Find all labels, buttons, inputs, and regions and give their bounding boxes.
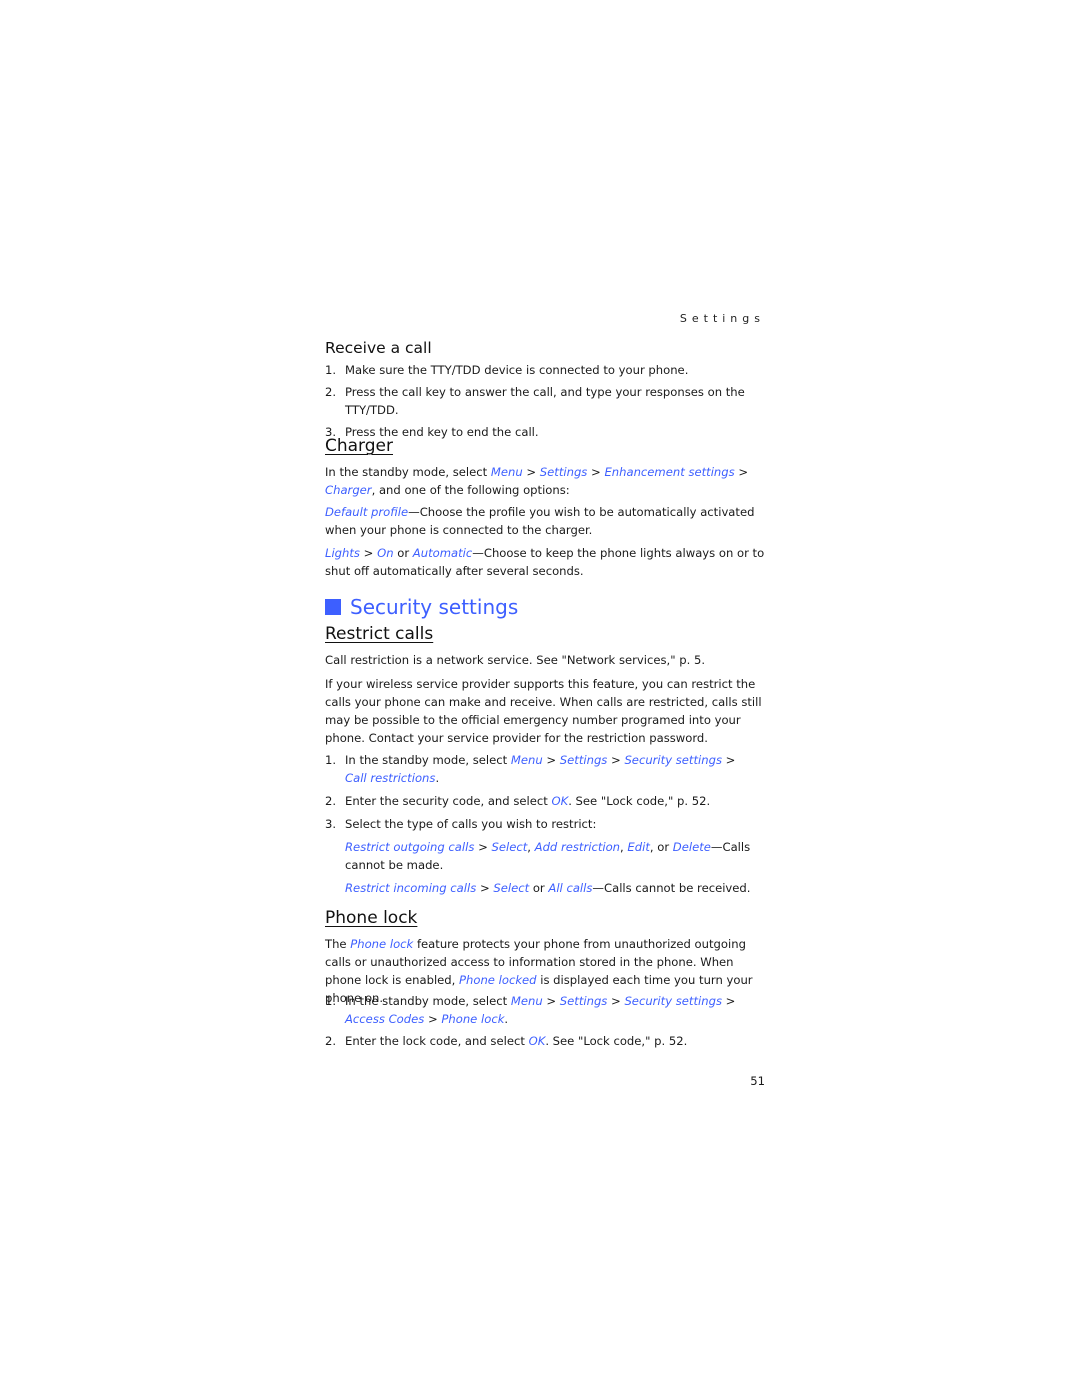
step-text: In the standby mode, select Menu > Setti…	[345, 751, 765, 787]
step-number: 3.	[325, 817, 337, 831]
on-link[interactable]: On	[377, 546, 393, 560]
text: .	[504, 1012, 509, 1026]
phone-lock-link[interactable]: Phone lock	[441, 1012, 504, 1026]
menu-link[interactable]: Menu	[491, 465, 523, 479]
text: In the standby mode, select	[345, 753, 511, 767]
restrict-outgoing-option: Restrict outgoing calls > Select, Add re…	[325, 838, 765, 874]
heading-text: Security settings	[350, 595, 519, 619]
step-number: 2.	[325, 385, 337, 399]
text: or	[393, 546, 413, 560]
settings-link[interactable]: Settings	[560, 994, 608, 1008]
add-restriction-link[interactable]: Add restriction	[535, 840, 620, 854]
charger-heading: Charger	[325, 436, 393, 456]
all-calls-link[interactable]: All calls	[548, 881, 592, 895]
text: .	[435, 771, 440, 785]
list-item: 1. Make sure the TTY/TDD device is connec…	[325, 361, 765, 379]
list-item: 2. Enter the security code, and select OK…	[325, 792, 765, 810]
menu-link[interactable]: Menu	[511, 753, 543, 767]
restrict-calls-heading: Restrict calls	[325, 624, 434, 644]
receive-call-steps: 1. Make sure the TTY/TDD device is connec…	[325, 361, 765, 441]
list-item: 3. Select the type of calls you wish to r…	[325, 815, 765, 833]
separator: >	[607, 753, 625, 767]
step-number: 1.	[325, 363, 337, 377]
ok-link[interactable]: OK	[529, 1034, 546, 1048]
phone-lock-link[interactable]: Phone lock	[350, 937, 413, 951]
edit-link[interactable]: Edit	[627, 840, 649, 854]
menu-link[interactable]: Menu	[511, 994, 543, 1008]
text: . See "Lock code," p. 52.	[545, 1034, 688, 1048]
charger-option-default-profile: Default profile—Choose the profile you w…	[325, 503, 765, 539]
list-item: 1. In the standby mode, select Menu > Set…	[325, 751, 765, 787]
restrict-calls-steps: 1. In the standby mode, select Menu > Set…	[325, 751, 765, 897]
restrict-incoming-option: Restrict incoming calls > Select or All …	[325, 879, 765, 897]
call-restrictions-link[interactable]: Call restrictions	[345, 771, 435, 785]
step-number: 1.	[325, 753, 337, 767]
text: or	[529, 881, 549, 895]
list-item: 2. Press the call key to answer the call,…	[325, 383, 765, 419]
separator: >	[474, 840, 492, 854]
phone-locked-link[interactable]: Phone locked	[459, 973, 537, 987]
step-text: Enter the lock code, and select OK. See …	[345, 1032, 765, 1050]
separator: >	[542, 753, 560, 767]
running-head: Settings	[679, 312, 765, 325]
ok-link[interactable]: OK	[551, 794, 568, 808]
separator: >	[424, 1012, 442, 1026]
charger-option-lights: Lights > On or Automatic—Choose to keep …	[325, 544, 765, 580]
restrict-calls-para2: If your wireless service provider suppor…	[325, 677, 762, 745]
select-link[interactable]: Select	[491, 840, 527, 854]
list-item: 1. In the standby mode, select Menu > Set…	[325, 992, 765, 1028]
separator: , or	[649, 840, 673, 854]
list-item: 2. Enter the lock code, and select OK. Se…	[325, 1032, 765, 1050]
access-codes-link[interactable]: Access Codes	[345, 1012, 424, 1026]
text: . See "Lock code," p. 52.	[568, 794, 711, 808]
separator: >	[734, 465, 749, 479]
security-settings-link[interactable]: Security settings	[624, 994, 722, 1008]
charger-link[interactable]: Charger	[325, 483, 372, 497]
restrict-incoming-calls-link[interactable]: Restrict incoming calls	[345, 881, 476, 895]
separator: >	[607, 994, 625, 1008]
step-text: Press the call key to answer the call, a…	[345, 385, 745, 417]
separator: >	[721, 753, 736, 767]
separator: >	[476, 881, 494, 895]
separator: >	[522, 465, 540, 479]
separator: >	[721, 994, 736, 1008]
lights-link[interactable]: Lights	[325, 546, 360, 560]
text: Enter the security code, and select	[345, 794, 552, 808]
receive-call-section: Receive a call	[325, 339, 765, 357]
security-settings-heading: Security settings	[325, 595, 765, 619]
text: The	[325, 937, 351, 951]
separator: >	[359, 546, 378, 560]
step-text: Make sure the TTY/TDD device is connecte…	[345, 363, 689, 377]
separator: >	[542, 994, 560, 1008]
receive-call-heading: Receive a call	[325, 339, 432, 357]
text: —Calls cannot be received.	[592, 881, 751, 895]
delete-link[interactable]: Delete	[673, 840, 711, 854]
phone-lock-steps: 1. In the standby mode, select Menu > Set…	[325, 992, 765, 1050]
restrict-outgoing-calls-link[interactable]: Restrict outgoing calls	[345, 840, 474, 854]
step-number: 2.	[325, 794, 337, 808]
section-square-icon	[325, 599, 341, 615]
text: , and one of the following options:	[371, 483, 570, 497]
text: Enter the lock code, and select	[345, 1034, 529, 1048]
step-text: In the standby mode, select Menu > Setti…	[345, 992, 765, 1028]
security-settings-link[interactable]: Security settings	[624, 753, 722, 767]
separator: ,	[527, 840, 535, 854]
enhancement-settings-link[interactable]: Enhancement settings	[604, 465, 734, 479]
default-profile-link[interactable]: Default profile	[325, 505, 408, 519]
step-text: Enter the security code, and select OK. …	[345, 792, 765, 810]
step-number: 2.	[325, 1034, 337, 1048]
separator: >	[587, 465, 605, 479]
automatic-link[interactable]: Automatic	[413, 546, 472, 560]
text: In the standby mode, select	[345, 994, 511, 1008]
settings-link[interactable]: Settings	[560, 753, 608, 767]
page-number: 51	[750, 1074, 765, 1088]
settings-link[interactable]: Settings	[540, 465, 588, 479]
select-link[interactable]: Select	[493, 881, 529, 895]
restrict-calls-para1: Call restriction is a network service. S…	[325, 653, 706, 667]
text: In the standby mode, select	[325, 465, 491, 479]
phone-lock-heading: Phone lock	[325, 908, 418, 928]
step-number: 1.	[325, 994, 337, 1008]
charger-intro: In the standby mode, select Menu > Setti…	[325, 463, 765, 499]
step-text: Select the type of calls you wish to res…	[345, 817, 597, 831]
